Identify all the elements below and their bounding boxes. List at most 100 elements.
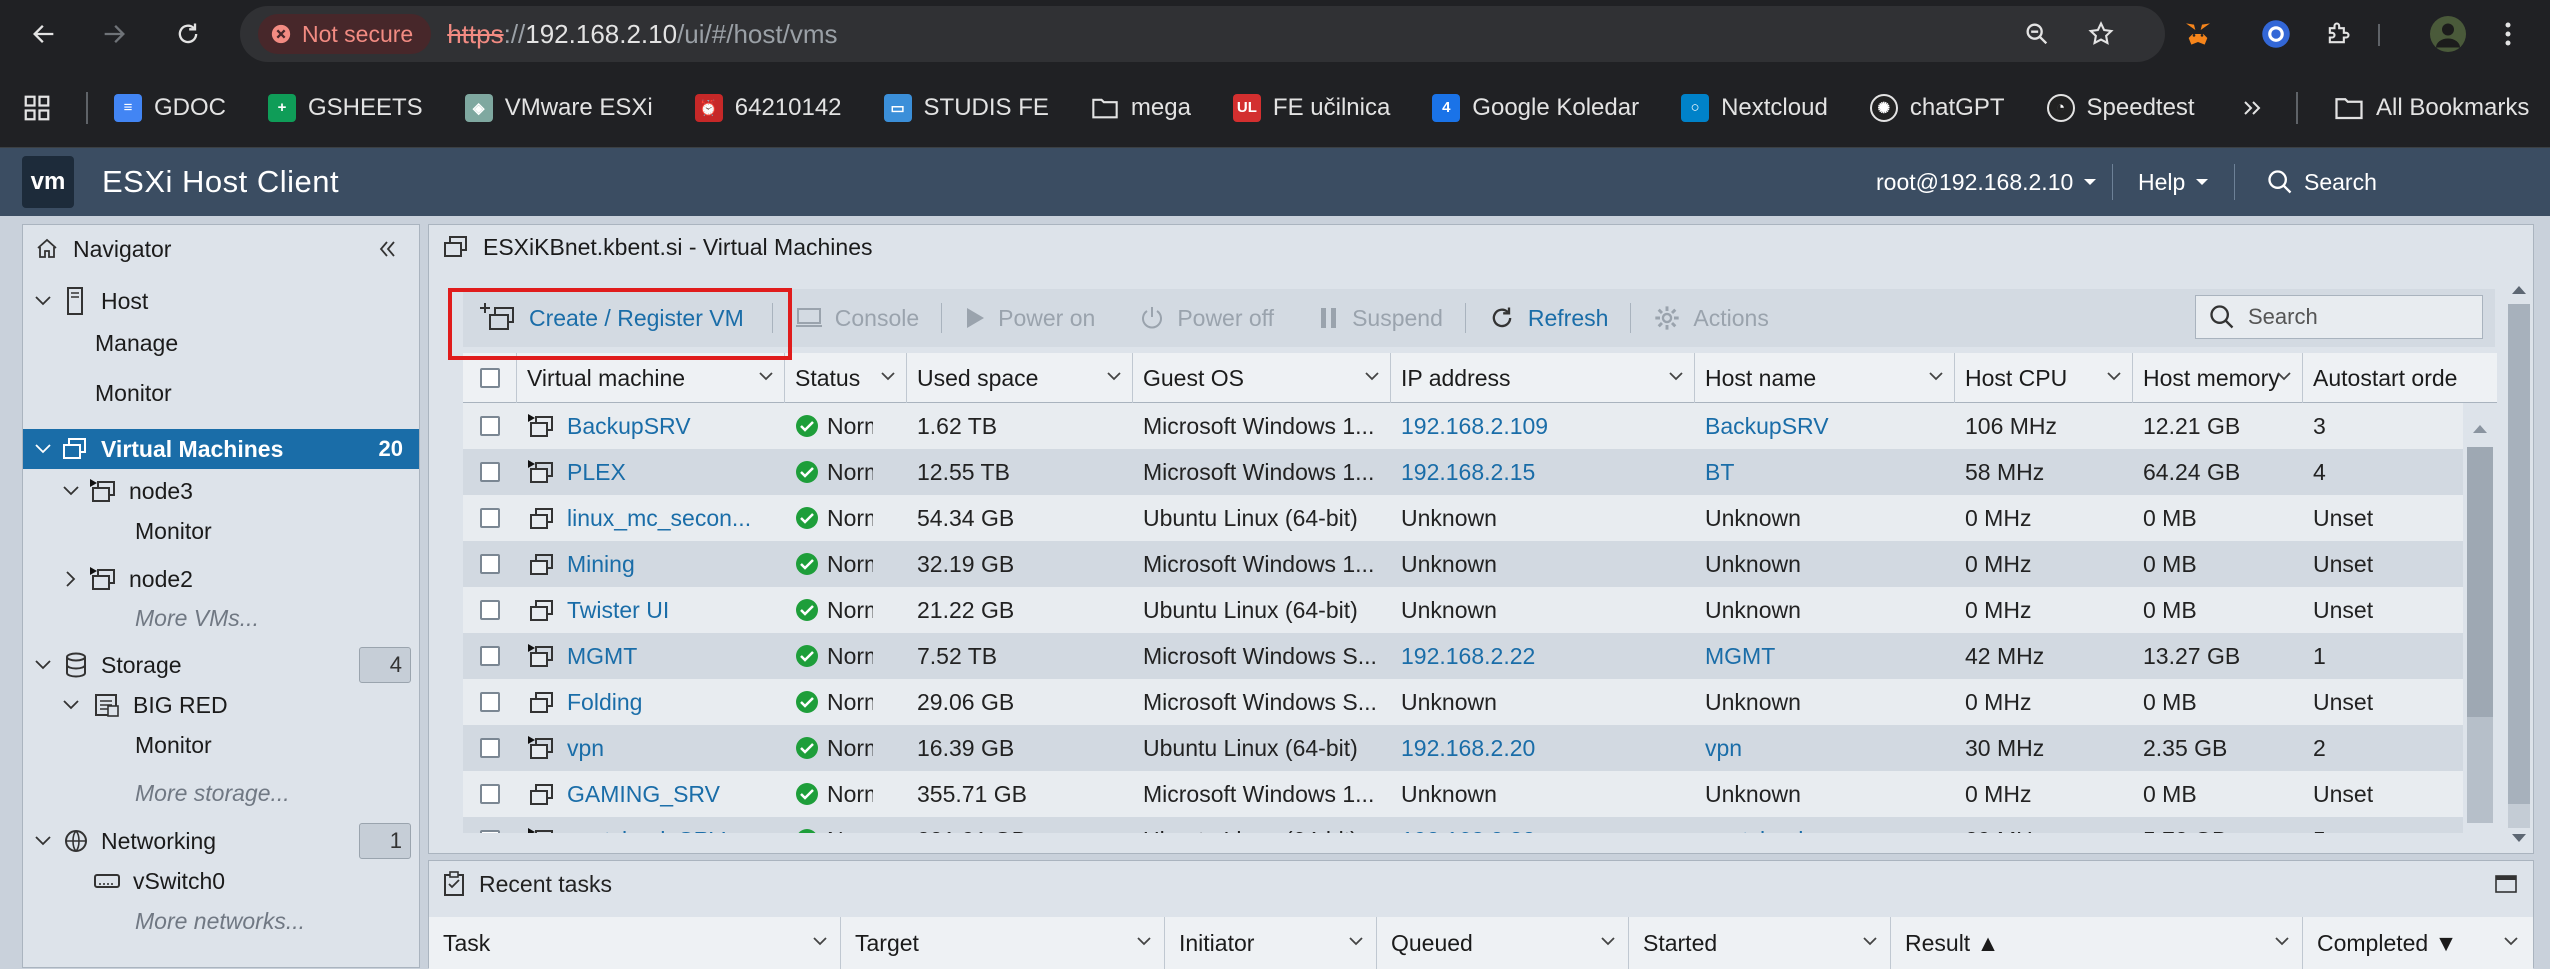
bookmark-item[interactable]: ⏰ 64210142 xyxy=(679,84,858,132)
row-checkbox[interactable] xyxy=(480,830,500,833)
cell-ip[interactable]: 192.168.2.15 xyxy=(1391,449,1695,495)
checkbox[interactable] xyxy=(479,368,500,388)
task-column-header[interactable]: Completed ▼ xyxy=(2303,917,2531,969)
cell-host[interactable]: nextcloud xyxy=(1695,817,1955,834)
cell-name[interactable]: Folding xyxy=(517,679,785,725)
host-value[interactable]: vpn xyxy=(1705,735,1742,762)
chevron-down-icon[interactable] xyxy=(1364,370,1380,382)
vm-table-row[interactable]: linux_mc_secon... Normal 54.34 GB Ubuntu Li… xyxy=(463,495,2463,541)
chevron-down-icon[interactable] xyxy=(33,295,53,307)
column-header[interactable]: Used space xyxy=(907,353,1133,403)
cell-name[interactable]: Mining xyxy=(517,541,785,587)
select-all-checkbox[interactable] xyxy=(463,353,517,403)
nav-node3-monitor[interactable]: Monitor xyxy=(23,511,419,551)
vm-name-link[interactable]: BackupSRV xyxy=(567,413,691,440)
task-column-header[interactable]: Initiator xyxy=(1165,917,1377,969)
bookmark-item[interactable]: ◔ Speedtest xyxy=(2031,84,2211,132)
profile-avatar[interactable] xyxy=(2420,6,2476,62)
chevron-down-icon[interactable] xyxy=(880,370,896,382)
vm-name-link[interactable]: vpn xyxy=(567,735,604,762)
ip-value[interactable]: 192.168.2.20 xyxy=(1401,735,1535,762)
vm-name-link[interactable]: linux_mc_secon... xyxy=(567,505,751,532)
vm-name-link[interactable]: MGMT xyxy=(567,643,637,670)
column-header[interactable]: IP address xyxy=(1391,353,1695,403)
row-checkbox-cell[interactable] xyxy=(463,495,517,541)
chevron-down-icon[interactable] xyxy=(2106,370,2122,382)
vm-name-link[interactable]: nextcloud_SRV xyxy=(567,827,725,834)
nav-vswitch0[interactable]: vSwitch0 xyxy=(23,861,419,901)
bookmark-star-icon[interactable] xyxy=(2073,6,2129,62)
cell-name[interactable]: linux_mc_secon... xyxy=(517,495,785,541)
vm-name-link[interactable]: GAMING_SRV xyxy=(567,781,720,808)
nav-datastore-bigred[interactable]: BIG RED xyxy=(23,685,419,725)
metamask-icon[interactable] xyxy=(2170,6,2226,62)
nav-storage[interactable]: Storage 4 xyxy=(23,645,419,685)
vm-name-link[interactable]: Mining xyxy=(567,551,635,578)
chevron-down-icon[interactable] xyxy=(2503,935,2519,947)
host-value[interactable]: BT xyxy=(1705,459,1734,486)
cell-ip[interactable]: 192.168.2.109 xyxy=(1391,403,1695,449)
nav-vm-node2[interactable]: node2 xyxy=(23,559,419,599)
cell-name[interactable]: vpn xyxy=(517,725,785,771)
cell-name[interactable]: MGMT xyxy=(517,633,785,679)
column-header[interactable]: Virtual machine xyxy=(517,353,785,403)
header-search[interactable]: Search xyxy=(2266,148,2377,216)
chevron-right-icon[interactable] xyxy=(61,570,81,588)
back-icon[interactable] xyxy=(16,6,72,62)
address-bar[interactable]: Not secure https://192.168.2.10/ui/#/hos… xyxy=(240,6,2165,62)
task-column-header[interactable]: Target xyxy=(841,917,1165,969)
not-secure-chip[interactable]: Not secure xyxy=(258,14,432,54)
actions-menu-button[interactable]: Actions xyxy=(1631,289,1790,347)
chevron-down-icon[interactable] xyxy=(1600,935,1616,947)
vm-table-row[interactable]: Folding Normal 29.06 GB Microsoft Windows S… xyxy=(463,679,2463,725)
nav-host[interactable]: Host xyxy=(23,281,419,321)
maximize-panel-icon[interactable] xyxy=(2495,875,2517,893)
zoom-icon[interactable] xyxy=(2009,6,2065,62)
column-header[interactable]: Host CPU xyxy=(1955,353,2133,403)
collapse-double-chevron-icon[interactable] xyxy=(375,237,399,261)
chevron-down-icon[interactable] xyxy=(2276,370,2292,382)
row-checkbox[interactable] xyxy=(480,692,500,712)
cell-name[interactable]: BackupSRV xyxy=(517,403,785,449)
cell-host[interactable]: BackupSRV xyxy=(1695,403,1955,449)
row-checkbox-cell[interactable] xyxy=(463,771,517,817)
column-header[interactable]: Autostart order xyxy=(2303,353,2457,403)
vm-table-row[interactable]: MGMT Normal 7.52 TB Microsoft Windows S... 1… xyxy=(463,633,2463,679)
nav-more-networks[interactable]: More networks... xyxy=(23,901,419,941)
bookmark-item[interactable]: mega xyxy=(1075,84,1207,132)
task-column-header[interactable]: Result ▲ xyxy=(1891,917,2303,969)
bookmark-item[interactable]: + GSHEETS xyxy=(252,84,439,132)
vm-table-row[interactable]: PLEX Normal 12.55 TB Microsoft Windows 1...… xyxy=(463,449,2463,495)
row-checkbox[interactable] xyxy=(480,738,500,758)
row-checkbox-cell[interactable] xyxy=(463,725,517,771)
power-off-button[interactable]: Power off xyxy=(1117,289,1296,347)
vm-table-row[interactable]: Twister UI Normal 21.22 GB Ubuntu Linux (64… xyxy=(463,587,2463,633)
nav-networking[interactable]: Networking 1 xyxy=(23,821,419,861)
task-column-header[interactable]: Started xyxy=(1629,917,1891,969)
suspend-button[interactable]: Suspend xyxy=(1296,289,1465,347)
row-checkbox[interactable] xyxy=(480,462,500,482)
vm-search-input[interactable]: Search xyxy=(2195,295,2483,339)
host-value[interactable]: BackupSRV xyxy=(1705,413,1829,440)
vm-table-row[interactable]: BackupSRV Normal 1.62 TB Microsoft Windows … xyxy=(463,403,2463,449)
row-checkbox-cell[interactable] xyxy=(463,587,517,633)
ip-value[interactable]: 192.168.2.32 xyxy=(1401,827,1535,834)
ip-value[interactable]: 192.168.2.22 xyxy=(1401,643,1535,670)
cell-host[interactable]: MGMT xyxy=(1695,633,1955,679)
nav-host-manage[interactable]: Manage xyxy=(23,323,419,363)
vm-table-row[interactable]: vpn Normal 16.39 GB Ubuntu Linux (64-bit) 19… xyxy=(463,725,2463,771)
bookmark-item[interactable]: ○ Nextcloud xyxy=(1665,84,1844,132)
nav-more-storage[interactable]: More storage... xyxy=(23,773,419,813)
chevron-down-icon[interactable] xyxy=(1348,935,1364,947)
reload-icon[interactable] xyxy=(160,6,216,62)
bookmark-item[interactable]: ◈ VMware ESXi xyxy=(449,84,669,132)
vm-name-link[interactable]: Folding xyxy=(567,689,642,716)
forward-icon[interactable] xyxy=(86,6,142,62)
chevron-down-icon[interactable] xyxy=(1862,935,1878,947)
row-checkbox[interactable] xyxy=(480,554,500,574)
chevron-down-icon[interactable] xyxy=(2274,935,2290,947)
task-column-header[interactable]: Task xyxy=(429,917,841,969)
row-checkbox-cell[interactable] xyxy=(463,679,517,725)
extensions-puzzle-icon[interactable] xyxy=(2310,6,2366,62)
nav-virtual-machines[interactable]: Virtual Machines 20 xyxy=(23,429,419,469)
